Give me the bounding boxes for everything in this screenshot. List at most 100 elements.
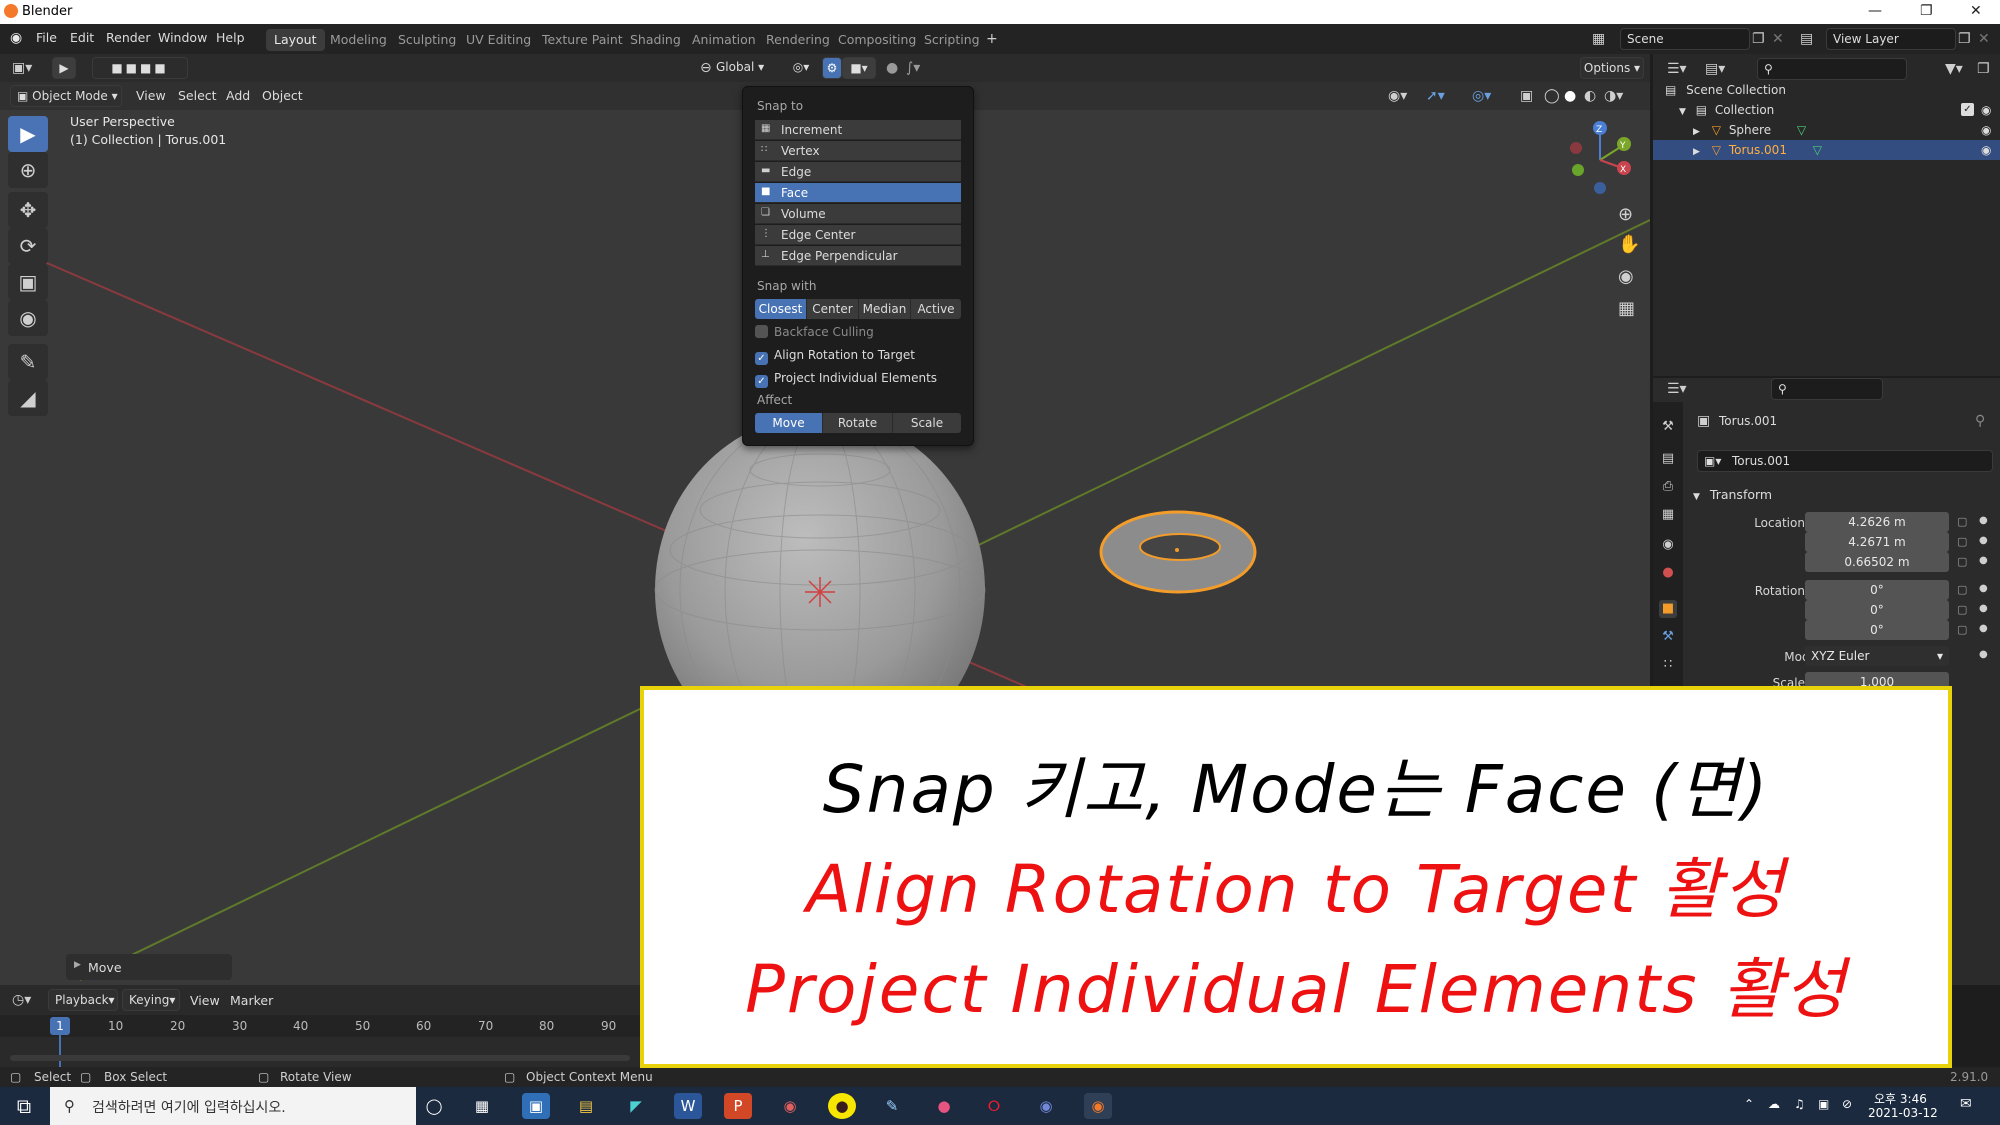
- new-collection-icon[interactable]: ❐: [1977, 62, 1990, 76]
- file-explorer-icon[interactable]: ▤: [572, 1093, 600, 1119]
- rendered-shading-icon[interactable]: ◑▾: [1604, 89, 1623, 103]
- particles-tab-icon[interactable]: ∷: [1659, 656, 1677, 674]
- outliner-editor-type-icon[interactable]: ☰▾: [1667, 62, 1687, 76]
- snap-to-edge[interactable]: ▬ Edge: [755, 162, 961, 182]
- tab-compositing[interactable]: Compositing: [830, 29, 924, 51]
- display-icon[interactable]: ▣: [1818, 1097, 1829, 1111]
- transform-panel-header[interactable]: ▼ Transform: [1693, 484, 1993, 506]
- tab-shading[interactable]: Shading: [622, 29, 689, 51]
- overlays-icon[interactable]: ◎▾: [1472, 89, 1491, 103]
- gizmo-icon[interactable]: ➚▾: [1426, 89, 1445, 103]
- menu-add[interactable]: Add: [226, 88, 250, 103]
- rotate-tool[interactable]: ⟳: [8, 228, 48, 264]
- playback-menu[interactable]: Playback▾: [48, 989, 118, 1011]
- network-icon[interactable]: ☁: [1768, 1097, 1780, 1111]
- view-layer-icon[interactable]: ▤: [1800, 32, 1813, 46]
- remove-view-layer-icon[interactable]: ✕: [1978, 32, 1990, 46]
- rotation-mode-dropdown[interactable]: XYZ Euler ▾: [1805, 646, 1949, 666]
- collection-checkbox[interactable]: ✓: [1961, 103, 1974, 116]
- minimize-icon[interactable]: —: [1868, 3, 1882, 19]
- output-tab-icon[interactable]: ⎙: [1659, 478, 1677, 496]
- mode-dropdown[interactable]: ▣ Object Mode ▾: [10, 85, 122, 107]
- app-icon-8[interactable]: ✎: [878, 1093, 906, 1119]
- last-operator-panel[interactable]: Move ▶: [66, 954, 232, 980]
- tool-tab-icon[interactable]: ⚒: [1659, 418, 1677, 436]
- cortana-icon[interactable]: ◯: [420, 1093, 448, 1119]
- rotation-z-field[interactable]: 0°: [1805, 620, 1949, 640]
- lock-icon[interactable]: ▢: [1957, 584, 1967, 595]
- snap-toggle-button[interactable]: ⚙: [822, 57, 842, 79]
- snap-with-center[interactable]: Center: [807, 299, 859, 319]
- rotation-y-field[interactable]: 0°: [1805, 600, 1949, 620]
- keyframe-dot-icon[interactable]: ●: [1979, 536, 1988, 546]
- render-tab-icon[interactable]: ▤: [1659, 450, 1677, 468]
- snap-to-volume[interactable]: ❏ Volume: [755, 204, 961, 224]
- measure-tool[interactable]: ◢: [8, 380, 48, 416]
- menu-file[interactable]: File: [36, 30, 57, 45]
- tray-chevron-icon[interactable]: ⌃: [1744, 1097, 1754, 1111]
- menu-help[interactable]: Help: [216, 30, 245, 45]
- notification-off-icon[interactable]: ⊘: [1842, 1097, 1852, 1111]
- snap-with-median[interactable]: Median: [859, 299, 911, 319]
- blender-menu-icon[interactable]: ◉: [10, 31, 22, 45]
- wireframe-shading-icon[interactable]: ◯: [1544, 89, 1560, 103]
- remove-scene-icon[interactable]: ✕: [1772, 32, 1784, 46]
- view-layer-field[interactable]: View Layer: [1826, 28, 1956, 50]
- align-rotation-checkbox[interactable]: ✓ Align Rotation to Target: [755, 346, 915, 365]
- tab-scripting[interactable]: Scripting: [916, 29, 988, 51]
- select-box-tool[interactable]: ▶: [8, 116, 48, 152]
- world-tab-icon[interactable]: ●: [1659, 564, 1677, 582]
- clock-time[interactable]: 오후 3:46: [1874, 1090, 1927, 1107]
- location-z-field[interactable]: 0.66502 m: [1805, 552, 1949, 572]
- annotate-tool[interactable]: ✎: [8, 344, 48, 380]
- snap-to-edge-center[interactable]: ⋮ Edge Center: [755, 225, 961, 245]
- outliner-scene-collection[interactable]: ▤ Scene Collection: [1665, 80, 1786, 100]
- kakaotalk-icon[interactable]: ●: [828, 1093, 856, 1119]
- scene-tab-icon[interactable]: ◉: [1659, 536, 1677, 554]
- keyframe-dot-icon[interactable]: ●: [1979, 556, 1988, 566]
- menu-edit[interactable]: Edit: [70, 30, 94, 45]
- solid-shading-icon[interactable]: ●: [1564, 89, 1576, 103]
- menu-select[interactable]: Select: [178, 88, 217, 103]
- affect-move[interactable]: Move: [755, 413, 823, 433]
- timeline-editor-type-icon[interactable]: ◷▾: [12, 993, 31, 1007]
- timeline-scrollbar[interactable]: [10, 1055, 630, 1061]
- tab-uv-editing[interactable]: UV Editing: [458, 29, 539, 51]
- tab-sculpting[interactable]: Sculpting: [390, 29, 464, 51]
- pivot-point-dropdown[interactable]: ◎▾: [786, 57, 816, 79]
- timeline-view-menu[interactable]: View: [190, 993, 220, 1008]
- restore-icon[interactable]: ❐: [1920, 3, 1933, 19]
- keyframe-dot-icon[interactable]: ●: [1979, 650, 1988, 660]
- backface-culling-checkbox[interactable]: Backface Culling: [755, 323, 874, 341]
- volume-icon[interactable]: ♫: [1794, 1097, 1805, 1111]
- project-individual-checkbox[interactable]: ✓ Project Individual Elements: [755, 369, 937, 388]
- filter-icon[interactable]: ▼▾: [1945, 62, 1963, 76]
- affect-scale[interactable]: Scale: [893, 413, 961, 433]
- modifier-tab-icon[interactable]: ⚒: [1659, 628, 1677, 646]
- affect-rotate[interactable]: Rotate: [823, 413, 893, 433]
- opera-icon[interactable]: ⭘: [980, 1093, 1008, 1119]
- move-tool[interactable]: ✥: [8, 192, 48, 228]
- selection-mode-buttons[interactable]: ■■■■: [92, 57, 188, 79]
- snap-to-vertex[interactable]: ∷ Vertex: [755, 141, 961, 161]
- windows-start-icon[interactable]: ⧉: [10, 1093, 38, 1119]
- outliner-item-sphere[interactable]: ▶ ▽ Sphere ▽ ◉: [1693, 120, 1993, 140]
- orientation-dropdown[interactable]: Global ▾: [716, 57, 778, 79]
- orientation-icon[interactable]: ⊖: [700, 61, 712, 75]
- rotation-x-field[interactable]: 0°: [1805, 580, 1949, 600]
- material-shading-icon[interactable]: ◐: [1584, 89, 1596, 103]
- app-icon-6[interactable]: ◉: [776, 1093, 804, 1119]
- keying-menu[interactable]: Keying▾: [122, 989, 180, 1011]
- app-icon-9[interactable]: ●: [930, 1093, 958, 1119]
- properties-search-input[interactable]: ⚲: [1771, 378, 1883, 400]
- scene-field[interactable]: Scene: [1620, 28, 1750, 50]
- tab-rendering[interactable]: Rendering: [758, 29, 838, 51]
- new-scene-icon[interactable]: ❐: [1752, 32, 1765, 46]
- pan-hand-icon[interactable]: ✋: [1618, 236, 1640, 254]
- app-icon-3[interactable]: ◤: [622, 1093, 650, 1119]
- snap-to-edge-perpendicular[interactable]: ⊥ Edge Perpendicular: [755, 246, 961, 266]
- visibility-eye-icon[interactable]: ◉: [1981, 100, 1991, 120]
- menu-object[interactable]: Object: [262, 88, 303, 103]
- lock-icon[interactable]: ▢: [1957, 536, 1967, 547]
- scene-icon[interactable]: ▦: [1592, 32, 1605, 46]
